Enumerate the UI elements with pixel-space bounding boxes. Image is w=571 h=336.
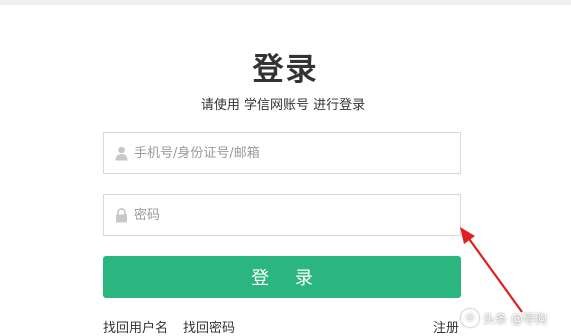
login-subtitle: 请使用 学信网账号 进行登录 (200, 98, 366, 113)
find-username-link[interactable]: 找回用户名 (103, 317, 168, 336)
watermark-text: 头条 @导购 (483, 311, 547, 326)
lock-icon (114, 207, 128, 223)
register-link[interactable]: 注册 (433, 317, 459, 336)
username-input[interactable] (134, 134, 454, 172)
top-bar (0, 0, 571, 5)
user-icon (114, 145, 128, 161)
find-password-link[interactable]: 找回密码 (183, 317, 235, 336)
password-field[interactable] (103, 194, 461, 236)
watermark: ◎ 头条 @导购 (461, 305, 547, 331)
password-input[interactable] (134, 196, 454, 234)
login-button[interactable]: 登 录 (103, 256, 461, 298)
username-field[interactable] (103, 132, 461, 174)
watermark-logo-icon: ◎ (461, 309, 479, 327)
page-title: 登录 (252, 52, 319, 88)
